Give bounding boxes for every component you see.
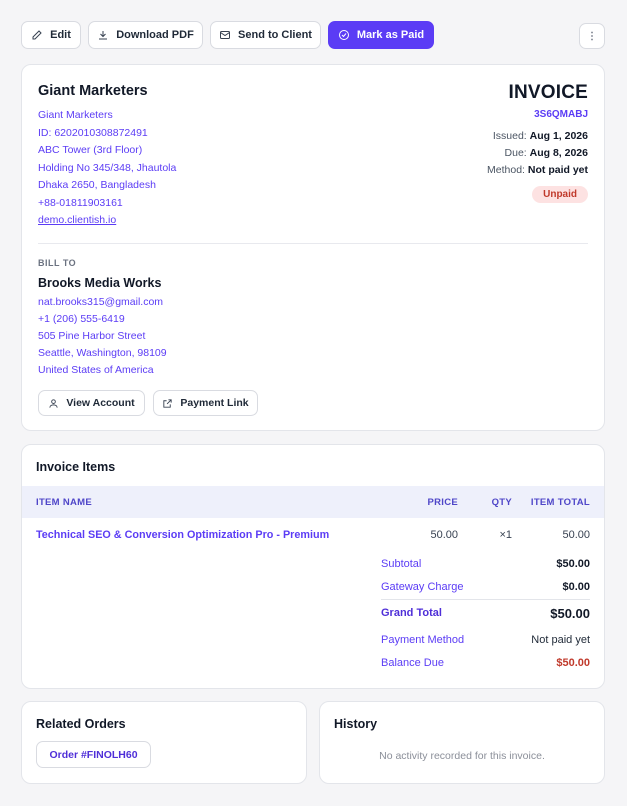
client-address-line: Seattle, Washington, 98109 [38, 347, 167, 359]
grand-total-label: Grand Total [381, 607, 442, 619]
payment-method-label: Payment Method [381, 634, 465, 646]
gateway-charge-value: $0.00 [562, 581, 590, 593]
balance-due-label: Balance Due [381, 657, 444, 669]
invoice-number: 3S6QMABJ [534, 109, 588, 120]
grand-total-value: $50.00 [550, 606, 590, 621]
payment-method-value: Not paid yet [531, 634, 590, 646]
company-line: Holding No 345/348, Jhautola [38, 162, 177, 174]
payment-link-label: Payment Link [180, 397, 249, 409]
balance-due-value: $50.00 [556, 657, 590, 669]
subtotal-label: Subtotal [381, 558, 422, 570]
due-date: Aug 8, 2026 [529, 147, 588, 159]
company-line: Dhaka 2650, Bangladesh [38, 179, 156, 191]
item-qty: ×1 [499, 529, 512, 541]
method-value: Not paid yet [527, 164, 588, 176]
send-label: Send to Client [238, 29, 312, 41]
history-card: History No activity recorded for this in… [319, 701, 605, 784]
company-line: +88-01811903161 [38, 197, 123, 209]
client-name: Brooks Media Works [38, 276, 162, 290]
history-empty-text: No activity recorded for this invoice. [379, 750, 545, 762]
send-to-client-button[interactable]: Send to Client [210, 21, 321, 49]
external-link-icon [163, 398, 172, 408]
related-orders-title: Related Orders [36, 717, 126, 731]
download-pdf-button[interactable]: Download PDF [88, 21, 203, 49]
client-address-line: United States of America [38, 364, 154, 376]
payment-link-button[interactable]: Payment Link [153, 390, 258, 416]
company-name: Giant Marketers [38, 83, 148, 99]
status-badge: Unpaid [532, 186, 588, 203]
pencil-icon [32, 30, 42, 40]
subtotal-value: $50.00 [556, 558, 590, 570]
download-label: Download PDF [116, 29, 194, 41]
issued-label: Issued: [492, 130, 527, 142]
edit-button[interactable]: Edit [21, 21, 81, 49]
view-account-label: View Account [66, 397, 135, 409]
view-account-button[interactable]: View Account [38, 390, 145, 416]
issued-date: Aug 1, 2026 [529, 130, 588, 142]
company-website-link[interactable]: demo.clientish.io [38, 214, 116, 226]
column-header-item-total: ITEM TOTAL [530, 497, 590, 508]
more-vertical-icon: ⋮ [587, 30, 597, 42]
column-header-item-name: ITEM NAME [36, 497, 93, 508]
item-name: Technical SEO & Conversion Optimization … [36, 529, 330, 541]
order-link-button[interactable]: Order #FINOLH60 [36, 741, 151, 768]
due-label: Due: [504, 147, 527, 159]
gateway-charge-label: Gateway Charge [381, 581, 464, 593]
column-header-price: PRICE [427, 497, 458, 508]
client-phone: +1 (206) 555-6419 [38, 313, 125, 325]
download-icon [99, 31, 108, 40]
user-icon [49, 398, 58, 408]
items-table-header [22, 486, 604, 518]
invoice-items-card: Invoice Items ITEM NAME PRICE QTY ITEM T… [21, 444, 605, 689]
issued-row: Issued: Aug 1, 2026 [493, 130, 588, 142]
mark-paid-label: Mark as Paid [356, 29, 425, 41]
history-title: History [334, 717, 378, 731]
invoice-items-title: Invoice Items [36, 460, 116, 474]
method-label: Method: [487, 164, 525, 176]
column-header-qty: QTY [491, 497, 512, 508]
method-row: Method: Not paid yet [487, 164, 588, 176]
divider [38, 243, 588, 244]
bill-to-heading: BILL TO [38, 258, 77, 268]
more-options-button[interactable]: ⋮ [579, 23, 605, 49]
invoice-card: Giant Marketers Giant Marketers ID: 6202… [21, 64, 605, 431]
item-price: 50.00 [430, 529, 458, 541]
client-email: nat.brooks315@gmail.com [38, 296, 164, 308]
mail-icon [220, 31, 231, 39]
company-line: ABC Tower (3rd Floor) [38, 144, 143, 156]
client-address-line: 505 Pine Harbor Street [38, 330, 146, 342]
invoice-heading: INVOICE [508, 82, 588, 103]
check-circle-icon [338, 30, 349, 40]
related-orders-card: Related Orders Order #FINOLH60 [21, 701, 307, 784]
item-total: 50.00 [562, 529, 590, 541]
due-row: Due: Aug 8, 2026 [505, 147, 588, 159]
totals-divider [381, 599, 590, 600]
edit-label: Edit [50, 29, 71, 41]
mark-as-paid-button[interactable]: Mark as Paid [328, 21, 434, 49]
company-line: Giant Marketers [38, 109, 113, 121]
company-line: ID: 6202010308872491 [38, 127, 148, 139]
